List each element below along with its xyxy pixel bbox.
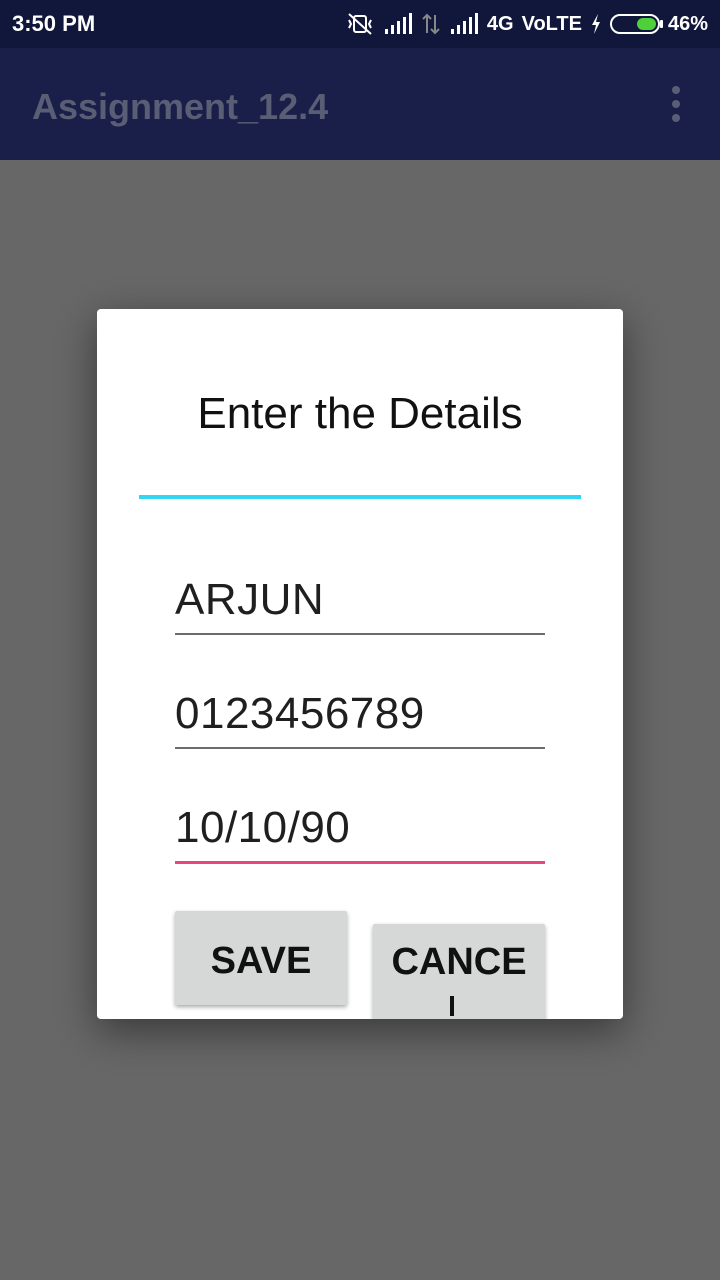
status-icons: 4G VoLTE 46% bbox=[345, 8, 708, 40]
phone-field[interactable]: 0123456789 bbox=[175, 689, 545, 749]
phone-field-value: 0123456789 bbox=[175, 689, 425, 738]
vibrate-off-icon bbox=[345, 12, 375, 36]
title-divider bbox=[139, 495, 581, 499]
battery-icon bbox=[609, 13, 664, 35]
battery-indicator: 46% bbox=[609, 12, 708, 36]
app-bar: Assignment_12.4 bbox=[0, 48, 720, 160]
date-field[interactable]: 10/10/90 bbox=[175, 803, 545, 864]
save-button[interactable]: SAVE bbox=[175, 911, 347, 1005]
signal-icon bbox=[449, 13, 479, 35]
app-title: Assignment_12.4 bbox=[32, 86, 329, 127]
charging-icon bbox=[590, 13, 602, 35]
status-bar: 3:50 PM 4G VoLTE 46% bbox=[0, 0, 720, 48]
dialog-title: Enter the Details bbox=[197, 389, 523, 438]
status-time: 3:50 PM bbox=[12, 11, 96, 36]
cancel-label-overflow bbox=[450, 996, 454, 1016]
overflow-menu-icon[interactable] bbox=[664, 84, 688, 124]
date-field-value: 10/10/90 bbox=[175, 803, 351, 852]
data-arrows-icon bbox=[421, 13, 441, 35]
cancel-button-label: CANCE bbox=[391, 941, 527, 983]
signal-icon bbox=[383, 13, 413, 35]
name-field-value: ARJUN bbox=[175, 575, 325, 624]
details-dialog: Enter the Details ARJUN 0123456789 10/10… bbox=[97, 309, 623, 1019]
name-field[interactable]: ARJUN bbox=[175, 575, 545, 635]
cancel-button[interactable]: CANCE bbox=[373, 924, 545, 1019]
network-type: 4G bbox=[486, 12, 514, 35]
volte-label: VoLTE bbox=[521, 12, 582, 35]
battery-percent: 46% bbox=[667, 12, 708, 35]
